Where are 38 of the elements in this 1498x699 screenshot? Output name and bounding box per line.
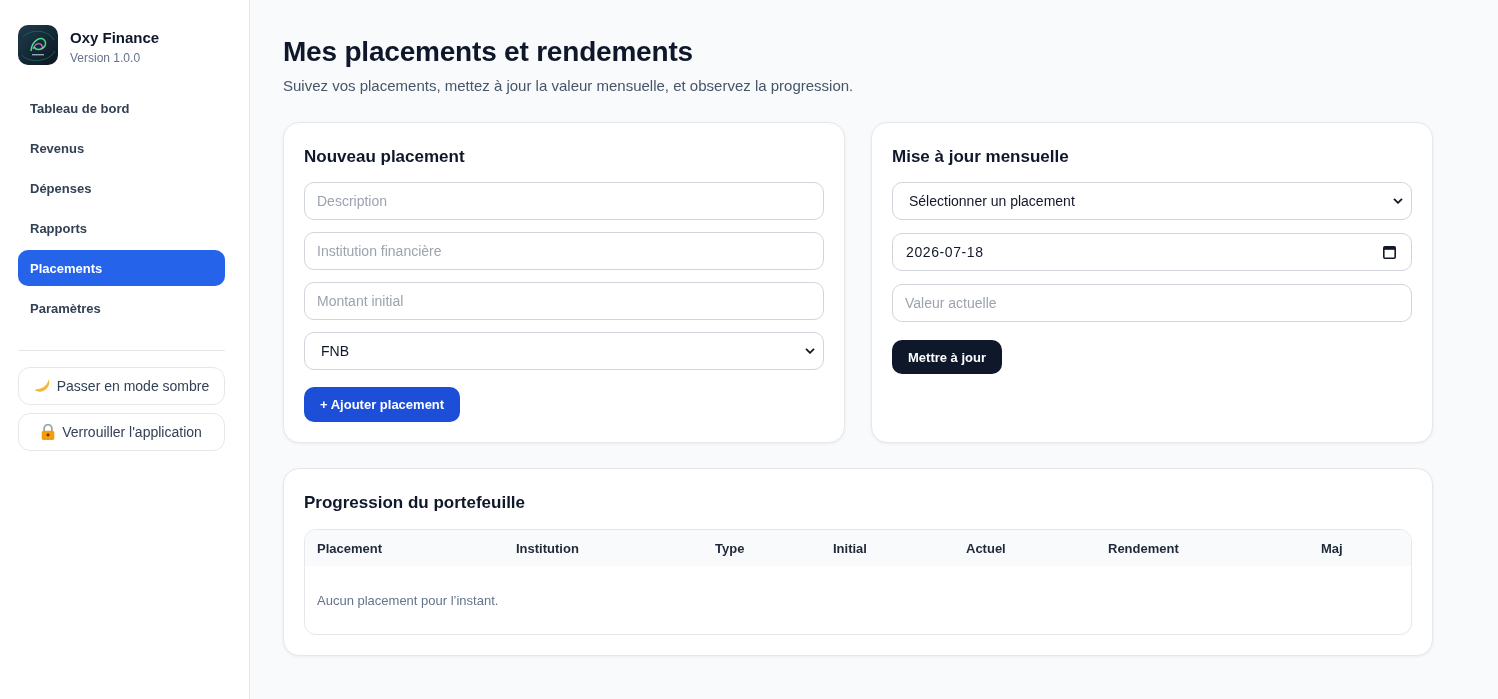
empty-state-text: Aucun placement pour l’instant. bbox=[317, 592, 499, 608]
chevron-down-icon bbox=[1393, 198, 1403, 204]
column-header: Actuel bbox=[965, 539, 1007, 558]
chevron-down-icon bbox=[805, 348, 815, 354]
input-field[interactable]: Description bbox=[304, 182, 824, 220]
update-button[interactable]: Mettre à jour bbox=[892, 340, 1002, 374]
nav-item[interactable]: Placements bbox=[18, 250, 225, 286]
page-subtitle: Suivez vos placements, mettez à jour la valeur mensuelle, et observez la progression. bbox=[283, 76, 854, 96]
add-placement-button[interactable]: + Ajouter placement bbox=[304, 387, 461, 422]
dark-mode-button[interactable]: Passer en mode sombre bbox=[18, 367, 225, 405]
lock-app-button[interactable]: Verrouiller l'application bbox=[18, 413, 225, 451]
column-header: Rendement bbox=[1107, 539, 1180, 558]
page-title: Mes placements et rendements bbox=[283, 35, 693, 69]
nav-item[interactable]: Tableau de bord bbox=[18, 90, 225, 126]
column-header: Maj bbox=[1320, 539, 1344, 558]
app-name: Oxy Finance bbox=[70, 28, 160, 48]
card-title: Progression du portefeuille bbox=[304, 492, 527, 514]
logo-icon bbox=[18, 25, 58, 65]
column-header: Type bbox=[714, 539, 746, 558]
nav-item[interactable]: Rapports bbox=[18, 210, 225, 246]
column-header: Institution bbox=[515, 539, 580, 558]
nav-item[interactable]: Revenus bbox=[18, 130, 225, 166]
column-header: Initial bbox=[832, 539, 868, 558]
input-field[interactable]: Institution financière bbox=[304, 232, 824, 270]
nav-item[interactable]: Paramètres bbox=[18, 290, 225, 326]
nav-item[interactable]: Dépenses bbox=[18, 170, 225, 206]
card-title: Nouveau placement bbox=[304, 146, 465, 168]
lock-icon bbox=[41, 424, 56, 440]
calendar-icon bbox=[1383, 245, 1396, 259]
input-field[interactable]: Montant initial bbox=[304, 282, 824, 320]
select-field[interactable]: Sélectionner un placement bbox=[892, 182, 1412, 220]
input-field[interactable]: Valeur actuelle bbox=[892, 284, 1412, 322]
moon-icon bbox=[33, 379, 50, 393]
card-title: Mise à jour mensuelle bbox=[892, 146, 1069, 168]
date-field[interactable]: 2026-07-18 bbox=[892, 233, 1412, 271]
app-version: Version 1.0.0 bbox=[70, 50, 142, 66]
column-header: Placement bbox=[316, 539, 384, 558]
select-field[interactable]: FNB bbox=[304, 332, 824, 370]
